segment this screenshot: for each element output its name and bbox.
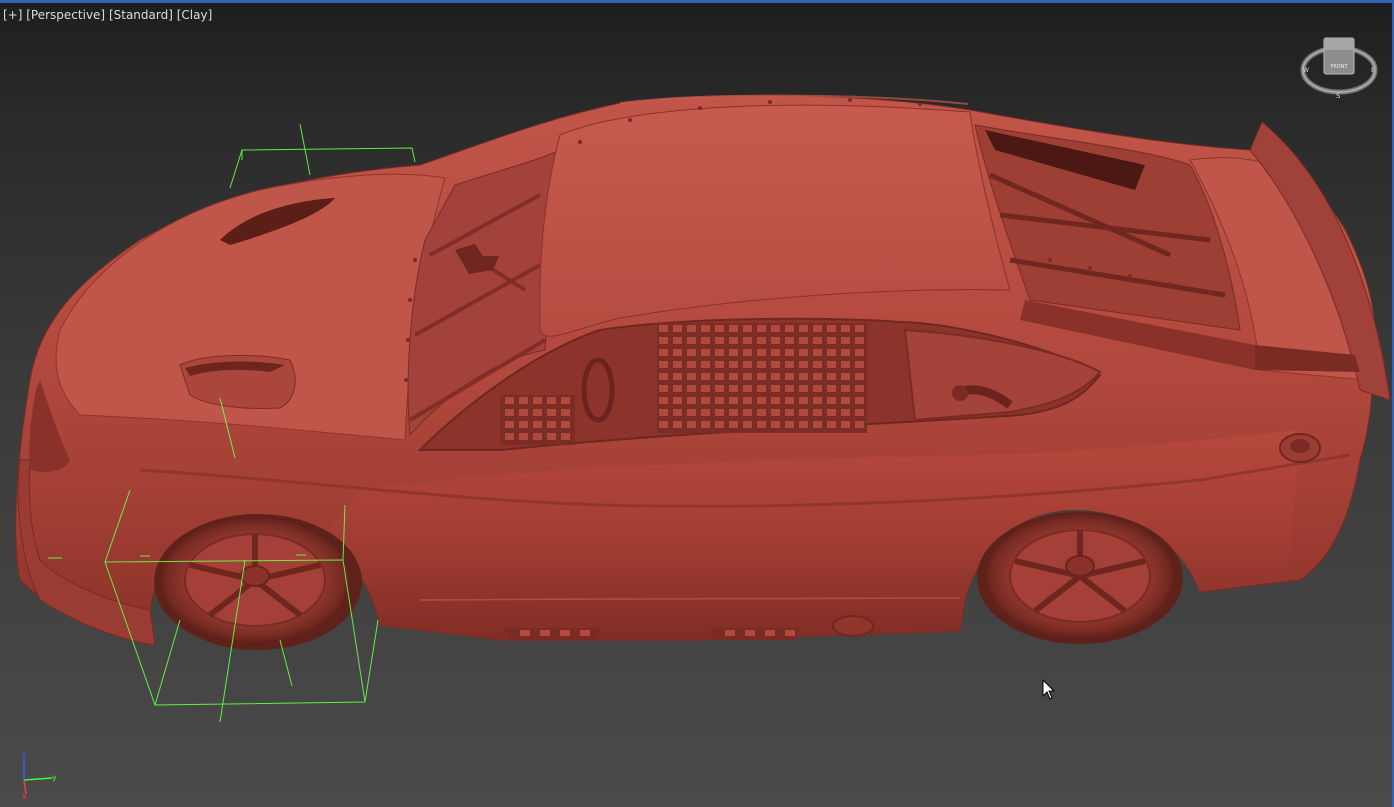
- axis-label-z: z: [22, 750, 26, 759]
- viewcube-icon[interactable]: FRONT W E S: [1296, 30, 1382, 106]
- compass-label-s: S: [1336, 92, 1341, 100]
- axis-label-x: x: [22, 792, 27, 800]
- rear-wheel: [977, 512, 1183, 644]
- viewcube-face-label: FRONT: [1330, 64, 1348, 70]
- window-net: [657, 323, 867, 433]
- car-model-scene[interactable]: [0, 0, 1394, 807]
- axis-label-y: y: [52, 773, 57, 782]
- axis-tripod-icon: z x y: [22, 750, 57, 800]
- compass-label-e: E: [1371, 67, 1375, 74]
- front-wheel: [154, 514, 362, 650]
- perspective-viewport[interactable]: [+] [Perspective] [Standard] [Clay] FRON…: [0, 0, 1394, 807]
- compass-label-w: W: [1303, 67, 1309, 74]
